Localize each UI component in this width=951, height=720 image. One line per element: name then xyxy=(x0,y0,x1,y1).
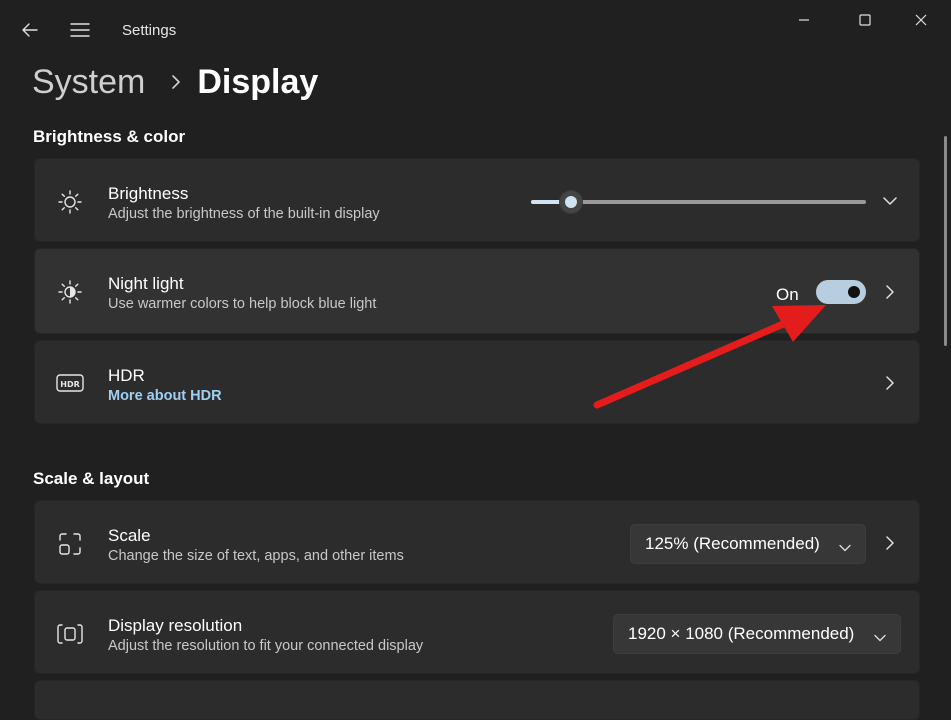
annotation-arrow xyxy=(593,305,826,409)
